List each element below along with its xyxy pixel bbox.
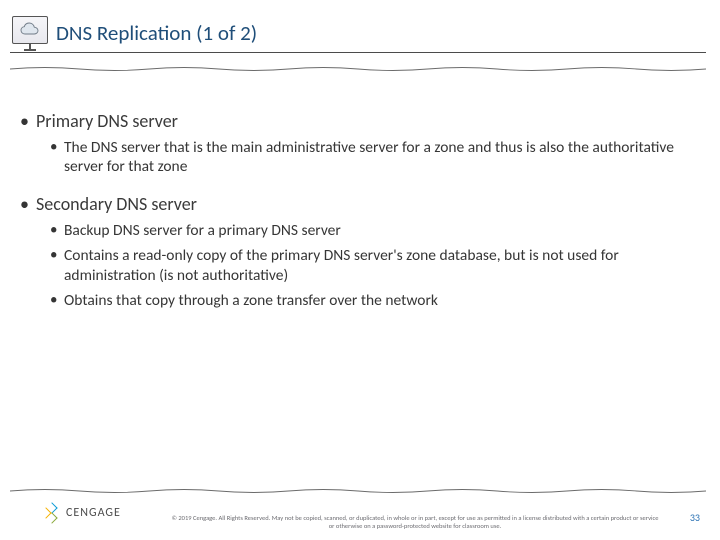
slide-title: DNS Replication (1 of 2): [56, 20, 257, 46]
page-number: 33: [690, 511, 700, 524]
bullet-secondary: Secondary DNS server: [20, 193, 696, 215]
bullet-primary-sub: The DNS server that is the main administ…: [50, 138, 696, 177]
divider-line: [10, 52, 706, 53]
slide-footer: CENGAGE © 2019 Cengage. All Rights Reser…: [0, 496, 720, 540]
bullet-secondary-sub-3: Obtains that copy through a zone transfe…: [50, 291, 696, 310]
divider-wavy-top: [10, 66, 706, 72]
cengage-logo-icon: [42, 504, 60, 522]
bullet-primary: Primary DNS server: [20, 110, 696, 132]
cengage-logo-text: CENGAGE: [66, 506, 121, 520]
slide: DNS Replication (1 of 2) Primary DNS ser…: [0, 0, 720, 540]
cloud-icon: [12, 16, 48, 44]
divider-wavy-bottom: [10, 488, 706, 494]
slide-header: DNS Replication (1 of 2): [0, 16, 720, 60]
slide-content: Primary DNS server The DNS server that i…: [20, 110, 696, 316]
copyright-text: © 2019 Cengage. All Rights Reserved. May…: [170, 514, 660, 530]
cengage-logo: CENGAGE: [42, 504, 121, 522]
bullet-secondary-sub-2: Contains a read-only copy of the primary…: [50, 246, 696, 285]
bullet-secondary-sub-1: Backup DNS server for a primary DNS serv…: [50, 221, 696, 240]
monitor-stand-icon: [24, 44, 36, 52]
